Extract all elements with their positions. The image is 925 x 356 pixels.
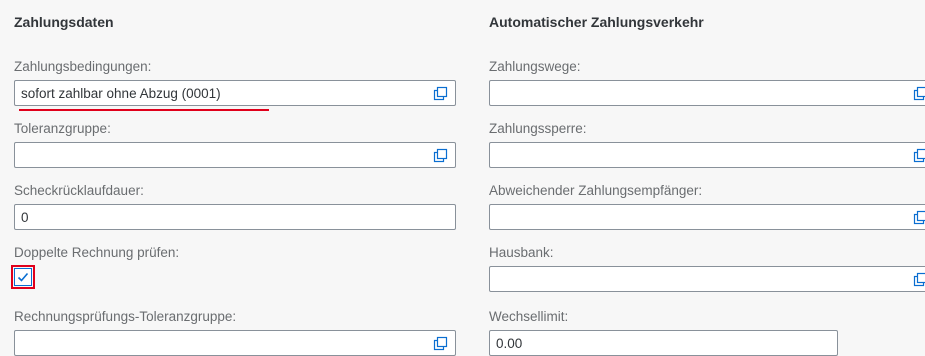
checkmark-icon [17,271,29,283]
payment-terms-input[interactable]: sofort zahlbar ohne Abzug (0001) [14,80,456,106]
value-help-icon[interactable] [433,336,448,351]
annotation-underline [19,109,269,111]
payment-terms-value: sofort zahlbar ohne Abzug (0001) [21,86,221,101]
double-invoice-checkbox[interactable] [14,268,32,286]
label-check-return-period: Scheckrücklaufdauer: [14,183,144,198]
invoice-verification-tolerance-input[interactable] [14,330,456,356]
value-help-icon[interactable] [913,272,925,287]
bill-of-exchange-limit-input[interactable]: 0.00 [489,330,838,356]
section-title-payment-data: Zahlungsdaten [14,14,114,30]
label-payment-block: Zahlungssperre: [489,121,587,136]
label-bill-of-exchange-limit: Wechsellimit: [489,309,568,324]
check-return-period-input[interactable]: 0 [14,204,456,230]
check-return-period-value: 0 [21,210,29,225]
payment-methods-input[interactable] [489,80,925,106]
label-tolerance-group: Toleranzgruppe: [14,121,111,136]
label-payment-terms: Zahlungsbedingungen: [14,59,151,74]
value-help-icon[interactable] [913,148,925,163]
house-bank-input[interactable] [489,266,925,292]
tolerance-group-input[interactable] [14,142,456,168]
alternative-payee-input[interactable] [489,204,925,230]
bill-of-exchange-limit-value: 0.00 [496,336,522,351]
label-house-bank: Hausbank: [489,245,554,260]
label-invoice-verification-tolerance: Rechnungsprüfungs-Toleranzgruppe: [14,309,236,324]
value-help-icon[interactable] [913,86,925,101]
payment-block-input[interactable] [489,142,925,168]
value-help-icon[interactable] [433,148,448,163]
value-help-icon[interactable] [913,210,925,225]
section-title-automatic-payment: Automatischer Zahlungsverkehr [489,14,704,30]
label-payment-methods: Zahlungswege: [489,59,581,74]
label-double-invoice-check: Doppelte Rechnung prüfen: [14,245,179,260]
value-help-icon[interactable] [433,86,448,101]
label-alternative-payee: Abweichender Zahlungsempfänger: [489,183,702,198]
